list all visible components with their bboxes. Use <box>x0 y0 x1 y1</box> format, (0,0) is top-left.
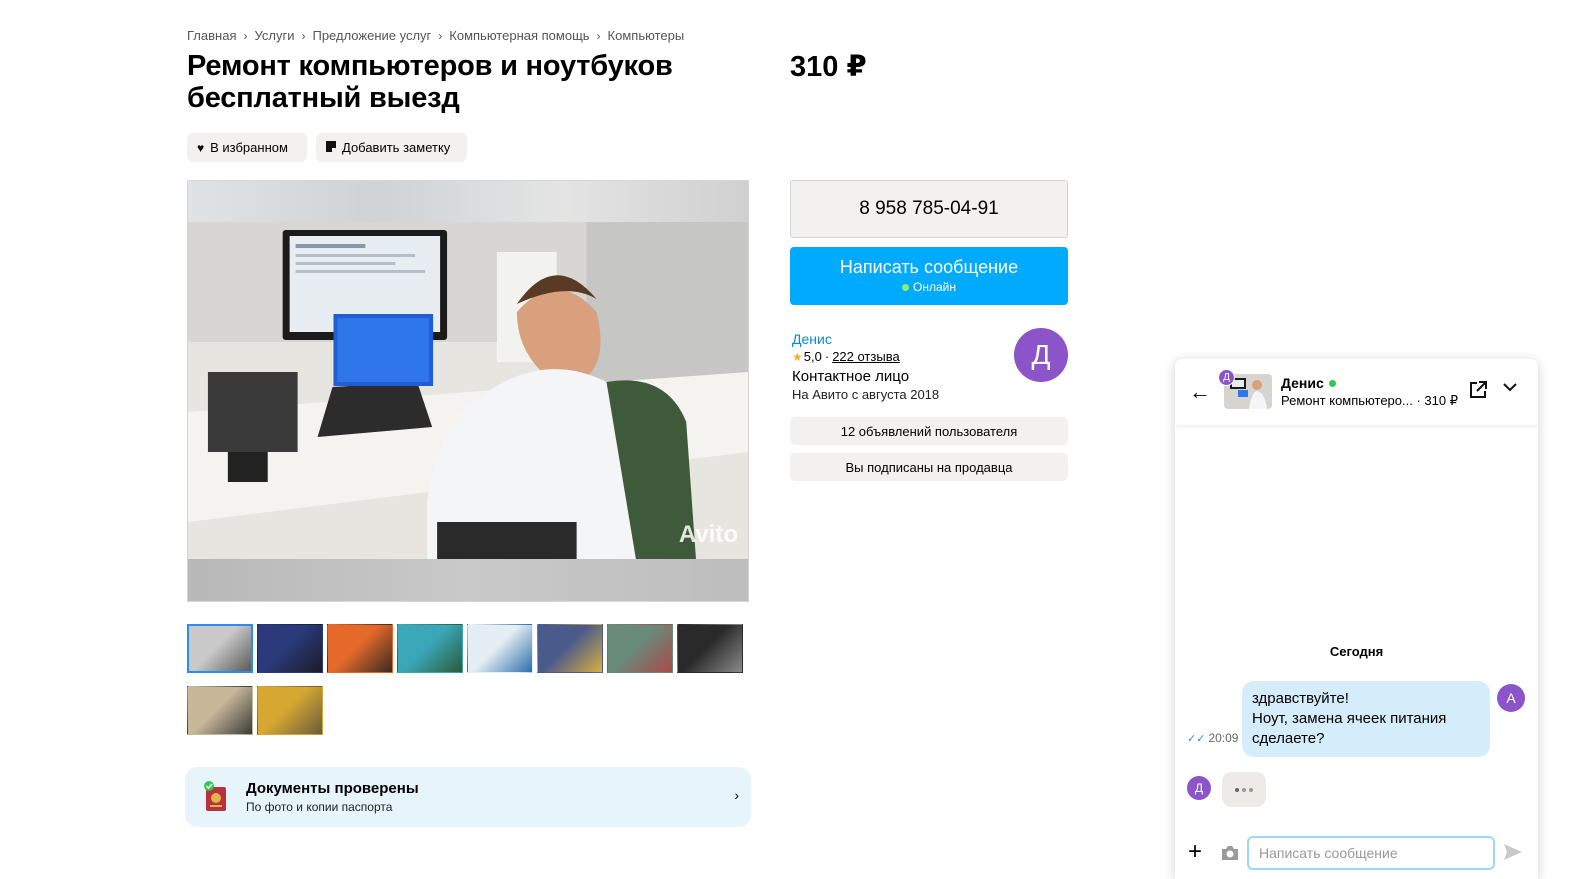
documents-title: Документы проверены <box>246 780 419 797</box>
listing-page: Главная › Услуги › Предложение услуг › К… <box>0 0 1589 879</box>
seller-role: Контактное лицо <box>792 368 910 385</box>
title-line-1: Ремонт компьютеров и ноутбуков <box>187 50 673 82</box>
documents-subtitle: По фото и копии паспорта <box>246 800 393 814</box>
thumbnail-pc-internals[interactable] <box>677 624 743 673</box>
passport-check-icon <box>204 781 226 811</box>
breadcrumb-services[interactable]: Услуги <box>254 28 294 43</box>
thumbnail-strip <box>187 624 749 735</box>
my-avatar: А <box>1497 684 1525 712</box>
chat-item-title: Ремонт компьютеро... · 310 ₽ <box>1281 393 1458 408</box>
thumbnail-workbench[interactable] <box>257 686 323 735</box>
chat-input-row: + <box>1175 826 1538 879</box>
avito-watermark: Avito <box>678 521 738 548</box>
star-icon: ★ <box>792 349 803 364</box>
breadcrumb-separator: › <box>438 28 443 43</box>
heart-icon: ♥ <box>197 140 205 155</box>
chat-badge-avatar: Д <box>1218 369 1235 386</box>
back-arrow-icon[interactable]: ← <box>1189 379 1211 405</box>
user-ads-button[interactable]: 12 объявлений пользователя <box>790 417 1068 445</box>
seller-name-link[interactable]: Денис <box>792 331 832 347</box>
thumbnail-pc-case-orange[interactable] <box>327 624 393 673</box>
message-line: здравствуйте! <box>1252 690 1349 707</box>
chat-message-input[interactable] <box>1247 836 1495 870</box>
message-line: сделаете? <box>1252 730 1325 747</box>
typing-dot <box>1242 787 1246 792</box>
write-message-label: Написать сообщение <box>839 257 1019 277</box>
chat-contact-name: Денис <box>1281 375 1336 391</box>
camera-icon[interactable] <box>1220 845 1240 861</box>
add-note-label: Добавить заметку <box>342 140 451 155</box>
title-line-2: бесплатный выезд <box>187 82 460 114</box>
peer-avatar: Д <box>1187 776 1211 800</box>
online-label: Онлайн <box>913 280 956 294</box>
outgoing-message: здравствуйте! Ноут, замена ячеек питания… <box>1242 681 1490 757</box>
double-check-icon: ✓✓ <box>1187 732 1206 745</box>
photo-blur-top <box>188 181 748 222</box>
page-title: Ремонт компьютеров и ноутбуков бесплатны… <box>187 50 747 114</box>
favorite-label: В избранном <box>210 140 288 155</box>
thumbnail-monitors-landscape[interactable] <box>397 624 463 673</box>
typing-dot <box>1249 787 1253 792</box>
reviews-link[interactable]: 222 отзыва <box>832 349 900 364</box>
thumbnail-laptop-desk[interactable] <box>537 624 603 673</box>
typing-dot <box>1235 787 1239 792</box>
breadcrumb-computer-help[interactable]: Компьютерная помощь <box>449 28 589 43</box>
breadcrumb-separator: › <box>243 28 248 43</box>
online-status: Онлайн <box>790 280 1068 294</box>
chevron-down-icon[interactable] <box>1502 379 1518 395</box>
main-photo[interactable]: Avito <box>187 180 749 602</box>
photo-blur-bottom <box>188 559 748 601</box>
favorite-button[interactable]: ♥ В избранном <box>187 133 307 162</box>
open-external-icon[interactable] <box>1469 381 1487 399</box>
message-time: ✓✓ 20:09 <box>1187 731 1238 745</box>
chat-contact-name-text: Денис <box>1281 375 1324 391</box>
breadcrumb-service-offers[interactable]: Предложение услуг <box>312 28 431 43</box>
phone-button[interactable]: 8 958 785-04-91 <box>790 180 1068 238</box>
add-note-button[interactable]: Добавить заметку <box>316 133 467 162</box>
breadcrumb-separator: › <box>596 28 601 43</box>
documents-verified-card[interactable]: Документы проверены По фото и копии пасп… <box>185 767 751 827</box>
seller-since: На Авито с августа 2018 <box>792 387 940 402</box>
chat-header: ← Д Денис Ремонт компьютеро... · 310 ₽ <box>1175 359 1538 425</box>
thumbnail-laptop-opened[interactable] <box>187 686 253 735</box>
rating-separator: · <box>824 349 830 364</box>
breadcrumb-separator: › <box>301 28 306 43</box>
listing-price: 310 ₽ <box>790 51 867 83</box>
breadcrumb-home[interactable]: Главная <box>187 28 236 43</box>
subscribed-button[interactable]: Вы подписаны на продавца <box>790 453 1068 481</box>
online-dot-icon <box>1328 379 1336 387</box>
seller-avatar[interactable]: Д <box>1014 328 1068 382</box>
thumbnail-laptop-blue-screen[interactable] <box>257 624 323 673</box>
typing-indicator <box>1222 772 1266 807</box>
write-message-button[interactable]: Написать сообщение Онлайн <box>790 247 1068 305</box>
send-icon[interactable] <box>1504 844 1522 860</box>
seller-rating: ★ 5,0 · 222 отзыва <box>792 349 900 364</box>
breadcrumb-computers[interactable]: Компьютеры <box>608 28 685 43</box>
note-icon <box>326 140 336 155</box>
message-line: Ноут, замена ячеек питания <box>1252 710 1447 727</box>
online-dot-icon <box>902 283 910 291</box>
plus-icon[interactable]: + <box>1188 840 1202 864</box>
thumbnail-tablet-box[interactable] <box>467 624 533 673</box>
thumbnail-motherboard[interactable] <box>607 624 673 673</box>
chat-date-label: Сегодня <box>1329 644 1384 659</box>
thumbnail-technician-at-desk[interactable] <box>187 624 253 673</box>
chevron-right-icon: › <box>734 787 739 803</box>
message-time-text: 20:09 <box>1208 731 1239 745</box>
chat-panel: ← Д Денис Ремонт компьютеро... · 310 ₽ С… <box>1175 359 1538 879</box>
technician-photo <box>188 222 748 561</box>
seller-rating-value: 5,0 <box>803 349 822 364</box>
breadcrumb: Главная › Услуги › Предложение услуг › К… <box>187 28 684 43</box>
